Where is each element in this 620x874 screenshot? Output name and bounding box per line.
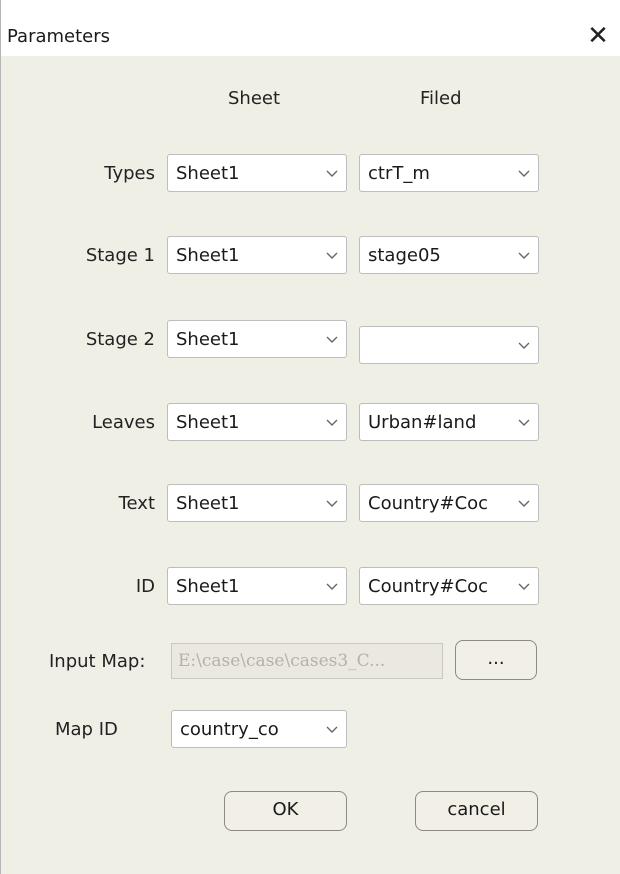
- column-header-sheet: Sheet: [228, 88, 281, 109]
- browse-button[interactable]: ...: [455, 640, 537, 680]
- chevron-down-icon: [326, 726, 338, 733]
- close-icon[interactable]: ✕: [583, 22, 613, 50]
- dialog-title: Parameters: [7, 26, 111, 47]
- title-bar: Parameters ✕: [1, 0, 620, 56]
- field-value: stage05: [368, 245, 441, 266]
- sheet-dropdown[interactable]: Sheet1: [167, 567, 347, 605]
- field-value: ctrT_m: [368, 163, 430, 184]
- sheet-dropdown[interactable]: Sheet1: [167, 484, 347, 522]
- chevron-down-icon: [518, 583, 530, 590]
- input-map-field[interactable]: E:\case\case\cases3_C...: [171, 643, 443, 679]
- field-dropdown[interactable]: stage05: [359, 236, 539, 274]
- ok-button[interactable]: OK: [224, 791, 347, 831]
- sheet-dropdown[interactable]: Sheet1: [167, 154, 347, 192]
- sheet-dropdown[interactable]: Sheet1: [167, 320, 347, 358]
- sheet-value: Sheet1: [176, 493, 240, 514]
- map-id-dropdown[interactable]: country_co: [171, 710, 347, 748]
- input-map-label: Input Map:: [49, 651, 146, 672]
- sheet-value: Sheet1: [176, 163, 240, 184]
- chevron-down-icon: [518, 342, 530, 349]
- chevron-down-icon: [326, 170, 338, 177]
- chevron-down-icon: [326, 252, 338, 259]
- sheet-dropdown[interactable]: Sheet1: [167, 236, 347, 274]
- column-header-field: Filed: [420, 88, 462, 109]
- field-value: Urban#land: [368, 412, 477, 433]
- field-dropdown[interactable]: Country#Coc: [359, 567, 539, 605]
- row-label: Stage 2: [85, 329, 155, 350]
- row-label: ID: [135, 576, 155, 597]
- sheet-value: Sheet1: [176, 245, 240, 266]
- row-label: Types: [104, 163, 155, 184]
- field-dropdown[interactable]: Country#Coc: [359, 484, 539, 522]
- sheet-value: Sheet1: [176, 412, 240, 433]
- field-dropdown[interactable]: [359, 326, 539, 364]
- row-label: Leaves: [92, 412, 155, 433]
- field-value: Country#Coc: [368, 576, 489, 597]
- chevron-down-icon: [326, 336, 338, 343]
- chevron-down-icon: [326, 583, 338, 590]
- cancel-button[interactable]: cancel: [415, 791, 538, 831]
- sheet-value: Sheet1: [176, 576, 240, 597]
- field-dropdown[interactable]: ctrT_m: [359, 154, 539, 192]
- row-label: Text: [118, 493, 155, 514]
- chevron-down-icon: [518, 419, 530, 426]
- sheet-value: Sheet1: [176, 329, 240, 350]
- field-dropdown[interactable]: Urban#land: [359, 403, 539, 441]
- chevron-down-icon: [518, 252, 530, 259]
- map-id-label: Map ID: [55, 719, 118, 740]
- chevron-down-icon: [518, 170, 530, 177]
- row-label: Stage 1: [85, 245, 155, 266]
- chevron-down-icon: [518, 500, 530, 507]
- sheet-dropdown[interactable]: Sheet1: [167, 403, 347, 441]
- chevron-down-icon: [326, 419, 338, 426]
- field-value: Country#Coc: [368, 493, 489, 514]
- map-id-value: country_co: [180, 719, 279, 740]
- parameters-dialog: Parameters ✕ Sheet Filed Types Sheet1 ctrT…: [0, 0, 620, 874]
- chevron-down-icon: [326, 500, 338, 507]
